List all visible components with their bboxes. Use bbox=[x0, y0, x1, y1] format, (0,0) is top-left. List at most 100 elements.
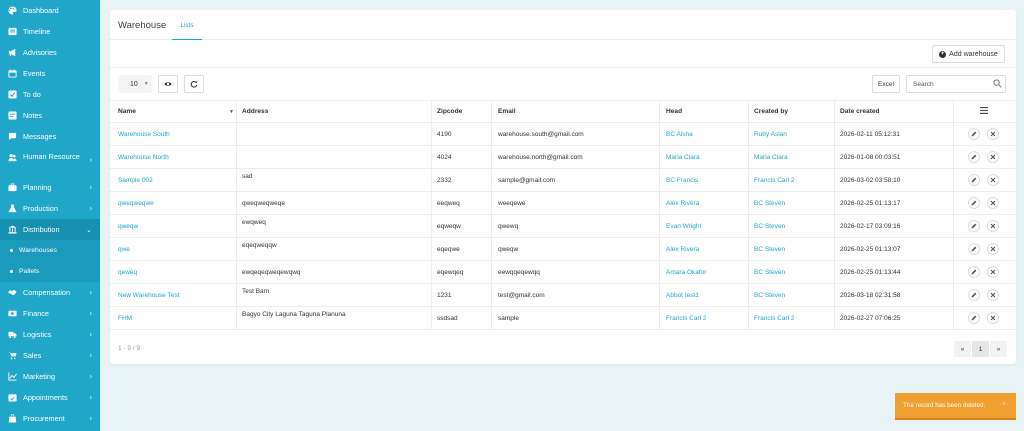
column-header-head[interactable]: Head bbox=[666, 100, 682, 122]
sidebar-subitem-label: Pallets bbox=[19, 268, 40, 275]
page-size-select[interactable]: 10 ▼ bbox=[118, 75, 152, 93]
cell-created-by[interactable]: BC Steven bbox=[754, 192, 785, 214]
column-divider bbox=[748, 261, 749, 283]
cell-created-by[interactable]: Ruby Aslan bbox=[754, 123, 787, 145]
sidebar-item-events[interactable]: Events bbox=[0, 63, 100, 84]
edit-button[interactable] bbox=[968, 312, 980, 324]
tab-lists[interactable]: Lists bbox=[172, 18, 202, 40]
sidebar-item-human-resource[interactable]: Human Resource › bbox=[0, 147, 100, 177]
cell-name[interactable]: qwe bbox=[118, 238, 130, 260]
cell-head[interactable]: Alex Rivera bbox=[666, 192, 699, 214]
delete-button[interactable] bbox=[987, 220, 999, 232]
edit-button[interactable] bbox=[968, 289, 980, 301]
delete-button[interactable] bbox=[987, 151, 999, 163]
chevron-right-icon: › bbox=[89, 352, 92, 359]
pagination-page-1[interactable]: 1 bbox=[972, 341, 989, 357]
refresh-button[interactable] bbox=[184, 75, 204, 93]
warehouse-card: Warehouse Lists + Add warehouse 10 ▼ Exc… bbox=[110, 10, 1016, 364]
cell-zipcode: 4190 bbox=[437, 130, 452, 138]
close-icon[interactable]: × bbox=[1002, 401, 1006, 408]
column-header-date-created[interactable]: Date created bbox=[840, 100, 880, 122]
cell-name[interactable]: qweqweqwe bbox=[118, 192, 154, 214]
cell-head[interactable]: Abbot test1 bbox=[666, 284, 699, 306]
sidebar-item-marketing[interactable]: Marketing › bbox=[0, 366, 100, 387]
delete-button[interactable] bbox=[987, 266, 999, 278]
cell-email: weeqewe bbox=[498, 199, 526, 207]
cell-head[interactable]: BC Aisha bbox=[666, 123, 693, 145]
cell-created-by[interactable]: BC Steven bbox=[754, 215, 785, 237]
chevron-right-icon: › bbox=[89, 289, 92, 296]
sidebar-item-dashboard[interactable]: Dashboard bbox=[0, 0, 100, 21]
edit-button[interactable] bbox=[968, 220, 980, 232]
excel-button[interactable]: Excel bbox=[872, 75, 900, 93]
cell-created-by[interactable]: Francis Carl 2 bbox=[754, 307, 794, 329]
cell-created-by[interactable]: BC Steven bbox=[754, 238, 785, 260]
edit-button[interactable] bbox=[968, 151, 980, 163]
table-row: qweqw ewqweq eqweqw qwewq Evan Wright BC… bbox=[110, 214, 1016, 237]
column-divider bbox=[834, 238, 835, 260]
sidebar-item-production[interactable]: Production › bbox=[0, 198, 100, 219]
pagination-next[interactable]: » bbox=[990, 341, 1007, 357]
sidebar-item-messages[interactable]: Messages bbox=[0, 126, 100, 147]
delete-button[interactable] bbox=[987, 197, 999, 209]
cell-name[interactable]: Sample 002 bbox=[118, 169, 153, 191]
cell-name[interactable]: qweqw bbox=[118, 215, 138, 237]
cell-date-created: 2026-03-18 02:31:58 bbox=[840, 291, 901, 299]
sidebar-subitem-pallets[interactable]: Pallets bbox=[0, 261, 100, 282]
cell-head[interactable]: Francis Carl 2 bbox=[666, 307, 706, 329]
delete-button[interactable] bbox=[987, 289, 999, 301]
sidebar-item-procurement[interactable]: Procurement › bbox=[0, 408, 100, 429]
sidebar-item-sales[interactable]: Sales › bbox=[0, 345, 100, 366]
cell-head[interactable]: Maria Clara bbox=[666, 146, 700, 168]
delete-button[interactable] bbox=[987, 312, 999, 324]
sidebar-item-todo[interactable]: To do bbox=[0, 84, 100, 105]
sidebar-item-advisories[interactable]: Advisories bbox=[0, 42, 100, 63]
cell-head[interactable]: Alex Rivera bbox=[666, 238, 699, 260]
sidebar-item-planning[interactable]: Planning › bbox=[0, 177, 100, 198]
sidebar-item-logistics[interactable]: Logistics › bbox=[0, 324, 100, 345]
column-divider bbox=[491, 238, 492, 260]
column-header-name[interactable]: Name bbox=[118, 100, 136, 122]
cell-head[interactable]: BC Francis bbox=[666, 169, 698, 191]
column-visibility-button[interactable] bbox=[158, 75, 178, 93]
edit-button[interactable] bbox=[968, 266, 980, 278]
edit-button[interactable] bbox=[968, 174, 980, 186]
sidebar-item-distribution[interactable]: Distribution ⌄ bbox=[0, 219, 100, 240]
column-header-email[interactable]: Email bbox=[498, 100, 516, 122]
cell-name[interactable]: New Warehouse Test bbox=[118, 284, 179, 306]
cell-name[interactable]: FHM bbox=[118, 307, 132, 329]
sort-icon[interactable]: ▼ bbox=[229, 109, 234, 115]
cell-name[interactable]: Warehouse South bbox=[118, 123, 170, 145]
cell-head[interactable]: Amara Okafor bbox=[666, 261, 706, 283]
cell-created-by[interactable]: BC Steven bbox=[754, 261, 785, 283]
sidebar-item-timeline[interactable]: Timeline bbox=[0, 21, 100, 42]
edit-button[interactable] bbox=[968, 197, 980, 209]
menu-icon[interactable] bbox=[980, 107, 988, 114]
cell-created-by[interactable]: Francis Carl 2 bbox=[754, 169, 794, 191]
search-input[interactable] bbox=[906, 75, 1006, 93]
delete-button[interactable] bbox=[987, 128, 999, 140]
column-header-address[interactable]: Address bbox=[242, 100, 268, 122]
pagination-prev[interactable]: « bbox=[954, 341, 971, 357]
sidebar-item-notes[interactable]: Notes bbox=[0, 105, 100, 126]
column-header-zipcode[interactable]: Zipcode bbox=[437, 100, 462, 122]
sidebar-subitem-warehouses[interactable]: Warehouses bbox=[0, 240, 100, 261]
cell-created-by[interactable]: BC Steven bbox=[754, 284, 785, 306]
add-warehouse-button[interactable]: + Add warehouse bbox=[932, 45, 1005, 63]
edit-button[interactable] bbox=[968, 243, 980, 255]
cell-name[interactable]: Warehouse North bbox=[118, 146, 169, 168]
column-divider bbox=[236, 261, 237, 283]
cell-created-by[interactable]: Maria Clara bbox=[754, 146, 788, 168]
sidebar-item-appointments[interactable]: Appointments › bbox=[0, 387, 100, 408]
delete-button[interactable] bbox=[987, 243, 999, 255]
cell-name[interactable]: qeweq bbox=[118, 261, 137, 283]
column-header-created-by[interactable]: Created by bbox=[754, 100, 788, 122]
sidebar-item-finance[interactable]: Finance › bbox=[0, 303, 100, 324]
delete-button[interactable] bbox=[987, 174, 999, 186]
column-divider bbox=[659, 215, 660, 237]
cell-zipcode: 4024 bbox=[437, 153, 452, 161]
edit-button[interactable] bbox=[968, 128, 980, 140]
sidebar-item-compensation[interactable]: Compensation › bbox=[0, 282, 100, 303]
cell-head[interactable]: Evan Wright bbox=[666, 215, 701, 237]
cell-email: qwewq bbox=[498, 222, 519, 230]
